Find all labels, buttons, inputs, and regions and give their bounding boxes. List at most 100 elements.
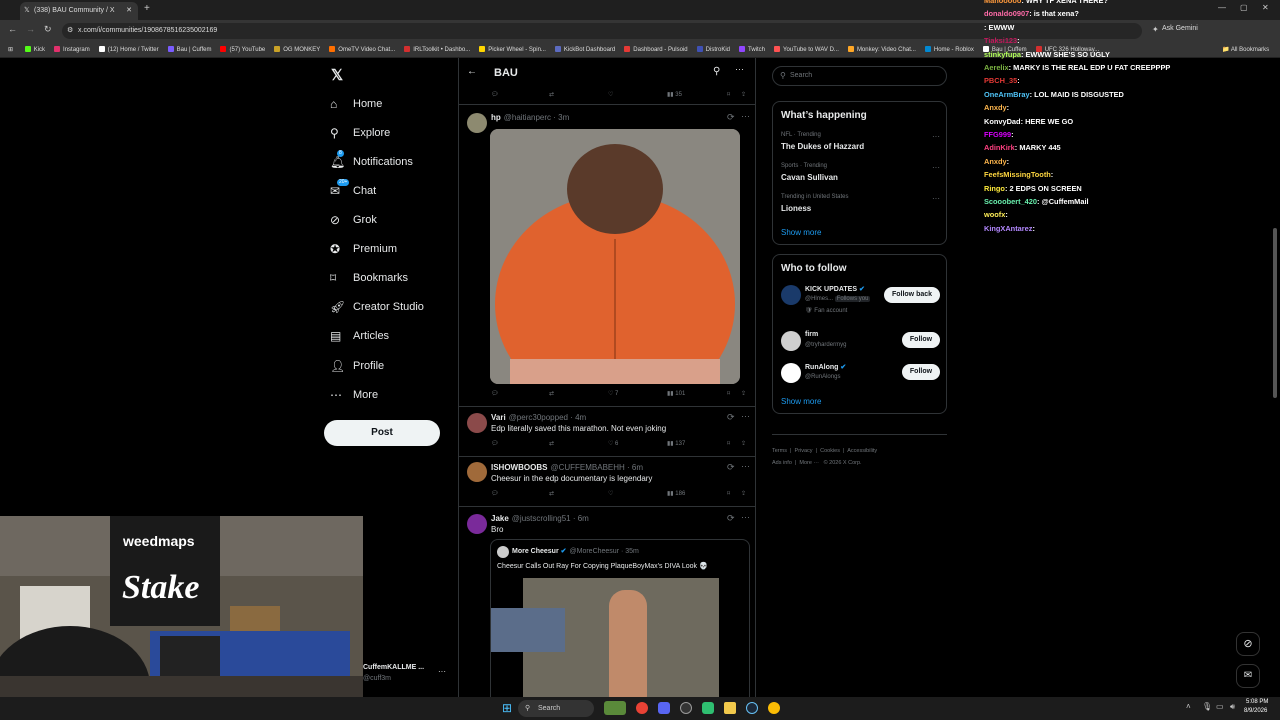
tweet[interactable]: Vari @perc30popped · 4m ⟳ ··· Edp literal…	[459, 407, 755, 457]
account-switcher[interactable]: CuffemKALLME ... @cuff3m ···	[363, 662, 455, 686]
bookmark-item[interactable]: Picker Wheel - Spin...	[479, 42, 546, 57]
footer-link[interactable]: Cookies	[820, 448, 840, 454]
tweet-author[interactable]: ISHOWBOOBS @CUFFEMBABEHH · 6m	[491, 463, 643, 472]
bookmark-item[interactable]: IRLToolkit • Dashbo...	[404, 42, 470, 57]
discord-icon[interactable]	[658, 702, 670, 714]
forward-icon[interactable]: →	[26, 24, 35, 34]
bookmark-item[interactable]: Twitch	[739, 42, 765, 57]
bookmark-icon[interactable]: ⌑	[727, 488, 730, 500]
more-dots-icon[interactable]: ···	[741, 512, 750, 522]
more-dots-icon[interactable]: ···	[932, 163, 940, 172]
bookmark-item[interactable]: OG MONKEY	[274, 42, 320, 57]
steam-icon[interactable]	[746, 702, 758, 714]
follow-suggestion[interactable]: RunAlong ✔ @RunAlongs Follow	[773, 361, 948, 385]
like-icon[interactable]: ♡ 7	[608, 388, 618, 400]
scrollbar-thumb[interactable]	[1273, 228, 1277, 398]
grok-icon[interactable]: ⟳	[727, 112, 735, 123]
avatar[interactable]	[781, 363, 801, 383]
windows-start-icon[interactable]: ⊞	[502, 701, 512, 715]
footer-link[interactable]: More ···	[799, 460, 819, 466]
tweet[interactable]: hp @haitianperc · 3m ⟳ ··· 💬︎ ⇄ ♡ 7 ▮▮ 10…	[459, 105, 755, 407]
close-tab-icon[interactable]: ✕	[126, 2, 132, 20]
chrome-icon[interactable]	[636, 702, 648, 714]
footer-link[interactable]: Terms	[772, 448, 787, 454]
bookmark-item[interactable]: YouTube to WAV D...	[774, 42, 839, 57]
more-dots-icon[interactable]: ···	[741, 111, 750, 121]
bookmark-item[interactable]: (57) YouTube	[220, 42, 265, 57]
show-more-link[interactable]: Show more	[781, 397, 821, 406]
follow-suggestion[interactable]: KICK UPDATES ✔ @Hlmes... Follows you 🛡 F…	[773, 283, 948, 319]
views-icon[interactable]: ▮▮ 35	[667, 89, 682, 101]
url-field[interactable]: ⚙ x.com/i/communities/190867851623500216…	[62, 23, 1142, 39]
taskbar-search[interactable]: ⚲ Search	[518, 700, 594, 717]
more-dots-icon[interactable]: ···	[741, 411, 750, 421]
tweet[interactable]: Jake @justscrolling51 · 6m ⟳ ··· Bro More…	[459, 507, 755, 698]
bookmark-item[interactable]: KickBot Dashboard	[554, 42, 615, 57]
avatar[interactable]	[467, 514, 487, 534]
file-explorer-icon[interactable]	[724, 702, 736, 714]
footer-link[interactable]: Ads info	[772, 460, 792, 466]
grok-icon[interactable]: ⟳	[727, 462, 735, 473]
more-dots-icon[interactable]: ···	[735, 64, 744, 74]
x-logo-icon[interactable]: 𝕏	[331, 66, 343, 84]
bookmark-item[interactable]: DistroKid	[696, 42, 730, 57]
obs-icon[interactable]	[680, 702, 692, 714]
bookmark-item[interactable]: Kick	[24, 42, 45, 57]
grok-icon[interactable]: ⟳	[727, 412, 735, 423]
show-more-link[interactable]: Show more	[781, 228, 821, 237]
follow-button[interactable]: Follow	[902, 332, 940, 348]
trend-item[interactable]: NFL · Trending The Dukes of Hazzard ···	[773, 130, 948, 156]
trend-item[interactable]: Trending in United States Lioness ···	[773, 192, 948, 218]
bookmark-item[interactable]: Instagram	[54, 42, 90, 57]
reload-icon[interactable]: ↻	[44, 24, 52, 35]
avatar[interactable]	[467, 462, 487, 482]
widgets-icon[interactable]	[604, 701, 626, 715]
bookmark-item[interactable]: Bau | Cuffem	[167, 42, 211, 57]
avatar[interactable]	[467, 413, 487, 433]
retweet-icon[interactable]: ⇄	[549, 89, 554, 101]
search-box[interactable]: ⚲ Search	[772, 66, 947, 86]
more-dots-icon[interactable]: ···	[741, 461, 750, 471]
display-icon[interactable]: ▭	[1216, 702, 1224, 711]
avatar[interactable]	[781, 285, 801, 305]
bookmark-item[interactable]: Home - Roblox	[924, 42, 974, 57]
avatar[interactable]	[781, 331, 801, 351]
bookmark-item[interactable]: Monkey: Video Chat...	[847, 42, 916, 57]
app-icon[interactable]	[702, 702, 714, 714]
retweet-icon[interactable]: ⇄	[549, 438, 554, 450]
follow-button[interactable]: Follow	[902, 364, 940, 380]
mic-icon[interactable]: 🎙︎	[1202, 702, 1212, 711]
footer-link[interactable]: Privacy	[795, 448, 813, 454]
reply-icon[interactable]: 💬︎	[491, 89, 499, 101]
grok-floating-button[interactable]: ⊘	[1236, 632, 1260, 656]
reply-icon[interactable]: 💬︎	[491, 388, 499, 400]
bookmark-icon[interactable]: ⌑	[727, 388, 730, 400]
retweet-icon[interactable]: ⇄	[549, 388, 554, 400]
like-icon[interactable]: ♡	[608, 89, 613, 101]
tweet-author[interactable]: hp @haitianperc · 3m	[491, 113, 569, 122]
messages-floating-button[interactable]: ✉	[1236, 664, 1260, 688]
tray-chevron-icon[interactable]: ˄	[1186, 702, 1191, 711]
volume-icon[interactable]: 🔊︎	[1230, 702, 1235, 712]
more-dots-icon[interactable]: ···	[438, 667, 446, 676]
reply-icon[interactable]: 💬︎	[491, 438, 499, 450]
more-dots-icon[interactable]: ···	[932, 132, 940, 141]
tweet-image[interactable]	[490, 129, 740, 384]
tweet-author[interactable]: Jake @justscrolling51 · 6m	[491, 514, 589, 523]
views-icon[interactable]: ▮▮ 186	[667, 488, 685, 500]
share-icon[interactable]: ⇪	[741, 488, 746, 500]
bookmark-item[interactable]: (12) Home / Twitter	[98, 42, 159, 57]
tweet-author[interactable]: Vari @perc30popped · 4m	[491, 413, 586, 422]
reply-icon[interactable]: 💬︎	[491, 488, 499, 500]
bookmark-icon[interactable]: ⌑	[727, 438, 730, 450]
bookmark-item[interactable]: OmeTV Video Chat...	[329, 42, 395, 57]
retweet-icon[interactable]: ⇄	[549, 488, 554, 500]
share-icon[interactable]: ⇪	[741, 89, 746, 101]
site-info-icon[interactable]: ⚙	[67, 23, 73, 39]
footer-link[interactable]: Accessibility	[847, 448, 877, 454]
bookmark-icon[interactable]: ⌑	[727, 89, 730, 101]
back-icon[interactable]: ←	[8, 24, 17, 34]
apps-icon[interactable]: ⊞	[8, 42, 13, 57]
like-icon[interactable]: ♡	[608, 488, 613, 500]
more-dots-icon[interactable]: ···	[932, 194, 940, 203]
